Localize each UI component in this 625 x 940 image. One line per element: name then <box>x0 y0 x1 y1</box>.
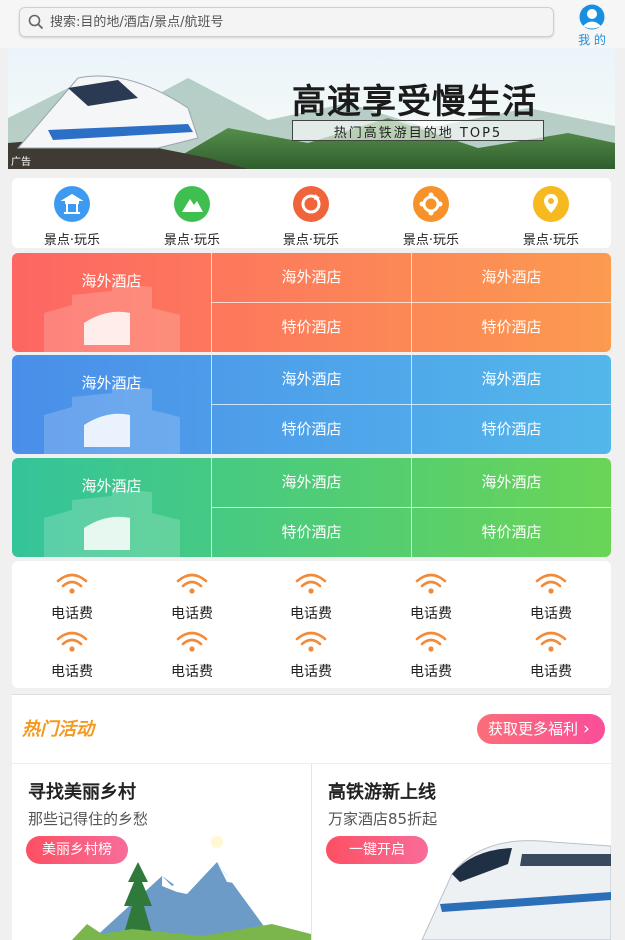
category-label: 景点·玩乐 <box>43 233 101 248</box>
hotel-grid-green: 海外酒店 海外酒店 海外酒店 特价酒店 特价酒店 <box>12 458 611 557</box>
category-item[interactable]: 景点·玩乐 <box>271 184 351 248</box>
ad-tag: 广告 <box>11 157 31 168</box>
hotel-cell[interactable]: 特价酒店 <box>412 303 611 352</box>
wifi-signal-icon <box>295 573 327 594</box>
hotel-big-tile[interactable]: 海外酒店 <box>12 458 211 557</box>
category-item[interactable]: 景点·玩乐 <box>32 184 112 248</box>
category-item[interactable]: 景点·玩乐 <box>511 184 591 248</box>
activity-card[interactable]: 寻找美丽乡村 那些记得住的乡愁 美丽乡村榜 <box>12 764 311 940</box>
phone-bill-label: 电话费 <box>530 664 572 680</box>
chevron-right-icon: › <box>583 719 590 739</box>
hotel-cell[interactable]: 海外酒店 <box>412 253 611 302</box>
location-pin-icon <box>533 186 569 222</box>
hot-activities-title: 热门活动 <box>22 719 94 740</box>
hotel-building-icon <box>44 283 180 352</box>
hotel-cell[interactable]: 特价酒店 <box>412 508 611 557</box>
promo-banner[interactable]: 高速享受慢生活 热门高铁游目的地 TOP5 广告 <box>8 48 615 169</box>
wifi-signal-icon <box>56 631 88 652</box>
hotel-cell[interactable]: 海外酒店 <box>212 458 411 507</box>
flower-icon <box>413 186 449 222</box>
phone-bill-item[interactable]: 电话费 <box>511 567 591 625</box>
phone-bill-item[interactable]: 电话费 <box>271 567 351 625</box>
phone-bill-item[interactable]: 电话费 <box>152 567 232 625</box>
phone-bill-label: 电话费 <box>51 606 93 622</box>
wifi-signal-icon <box>535 573 567 594</box>
my-account-label: 我 的 <box>578 33 606 47</box>
wifi-signal-icon <box>176 573 208 594</box>
hotel-building-icon <box>44 385 180 454</box>
phone-bill-label: 电话费 <box>51 664 93 680</box>
top-bar: 我 的 <box>0 0 625 48</box>
user-avatar-icon <box>579 4 605 30</box>
search-bar[interactable] <box>19 7 554 37</box>
hotel-cell[interactable]: 特价酒店 <box>412 405 611 454</box>
mountain-landscape-illustration <box>72 836 311 940</box>
wifi-signal-icon <box>56 573 88 594</box>
phone-bill-label: 电话费 <box>410 664 452 680</box>
phone-bill-label: 电话费 <box>290 606 332 622</box>
category-label: 景点·玩乐 <box>282 233 340 248</box>
hotel-cell[interactable]: 海外酒店 <box>412 458 611 507</box>
wifi-signal-icon <box>295 631 327 652</box>
category-item[interactable]: 景点·玩乐 <box>152 184 232 248</box>
hotel-cell[interactable]: 特价酒店 <box>212 508 411 557</box>
hotel-cell[interactable]: 海外酒店 <box>412 355 611 404</box>
my-account-button[interactable]: 我 的 <box>570 4 614 47</box>
wifi-signal-icon <box>415 631 447 652</box>
temple-icon <box>54 186 90 222</box>
search-input[interactable] <box>48 11 532 33</box>
phone-bill-item[interactable]: 电话费 <box>32 625 112 683</box>
get-more-benefits-label: 获取更多福利 <box>488 720 579 738</box>
hotel-building-icon <box>44 488 180 557</box>
category-label: 景点·玩乐 <box>163 233 221 248</box>
activity-cards: 寻找美丽乡村 那些记得住的乡愁 美丽乡村榜 高铁游新上线 万家酒店85折起 一键… <box>12 763 611 940</box>
banner-subline: 热门高铁游目的地 TOP5 <box>333 126 503 141</box>
category-row: 景点·玩乐 景点·玩乐 景点·玩乐 景点·玩乐 景点·玩乐 <box>12 178 611 248</box>
phone-bill-label: 电话费 <box>171 606 213 622</box>
phone-bill-label: 电话费 <box>171 664 213 680</box>
hotel-cell[interactable]: 特价酒店 <box>212 303 411 352</box>
phone-bill-item[interactable]: 电话费 <box>152 625 232 683</box>
hotel-big-tile[interactable]: 海外酒店 <box>12 355 211 454</box>
phone-bill-label: 电话费 <box>530 606 572 622</box>
phone-bill-item[interactable]: 电话费 <box>391 625 471 683</box>
banner-headline: 高速享受慢生活 <box>292 82 537 122</box>
hotel-cell[interactable]: 海外酒店 <box>212 253 411 302</box>
mountain-icon <box>174 186 210 222</box>
hotel-cell[interactable]: 特价酒店 <box>212 405 411 454</box>
hotel-big-tile[interactable]: 海外酒店 <box>12 253 211 352</box>
wifi-signal-icon <box>176 631 208 652</box>
category-label: 景点·玩乐 <box>402 233 460 248</box>
wifi-signal-icon <box>535 631 567 652</box>
phone-bill-grid: 电话费 电话费 电话费 电话费 电话费 电话费 电话费 电话费 电话费 电话费 <box>12 561 611 688</box>
category-item[interactable]: 景点·玩乐 <box>391 184 471 248</box>
phone-bill-label: 电话费 <box>290 664 332 680</box>
banner-subline-box: 热门高铁游目的地 TOP5 <box>292 120 544 141</box>
phone-bill-label: 电话费 <box>410 606 452 622</box>
hot-activities-header: 热门活动 获取更多福利 › <box>12 694 611 763</box>
search-icon <box>28 14 44 30</box>
hotel-grid-orange: 海外酒店 海外酒店 海外酒店 特价酒店 特价酒店 <box>12 253 611 352</box>
phone-bill-item[interactable]: 电话费 <box>391 567 471 625</box>
get-more-benefits-button[interactable]: 获取更多福利 › <box>477 714 605 744</box>
category-label: 景点·玩乐 <box>522 233 580 248</box>
hotel-grid-blue: 海外酒店 海外酒店 海外酒店 特价酒店 特价酒店 <box>12 355 611 454</box>
refresh-icon <box>293 186 329 222</box>
phone-bill-item[interactable]: 电话费 <box>271 625 351 683</box>
wifi-signal-icon <box>415 573 447 594</box>
activity-card[interactable]: 高铁游新上线 万家酒店85折起 一键开启 <box>312 764 611 940</box>
train-illustration <box>421 840 611 940</box>
phone-bill-item[interactable]: 电话费 <box>32 567 112 625</box>
phone-bill-item[interactable]: 电话费 <box>511 625 591 683</box>
hotel-cell[interactable]: 海外酒店 <box>212 355 411 404</box>
